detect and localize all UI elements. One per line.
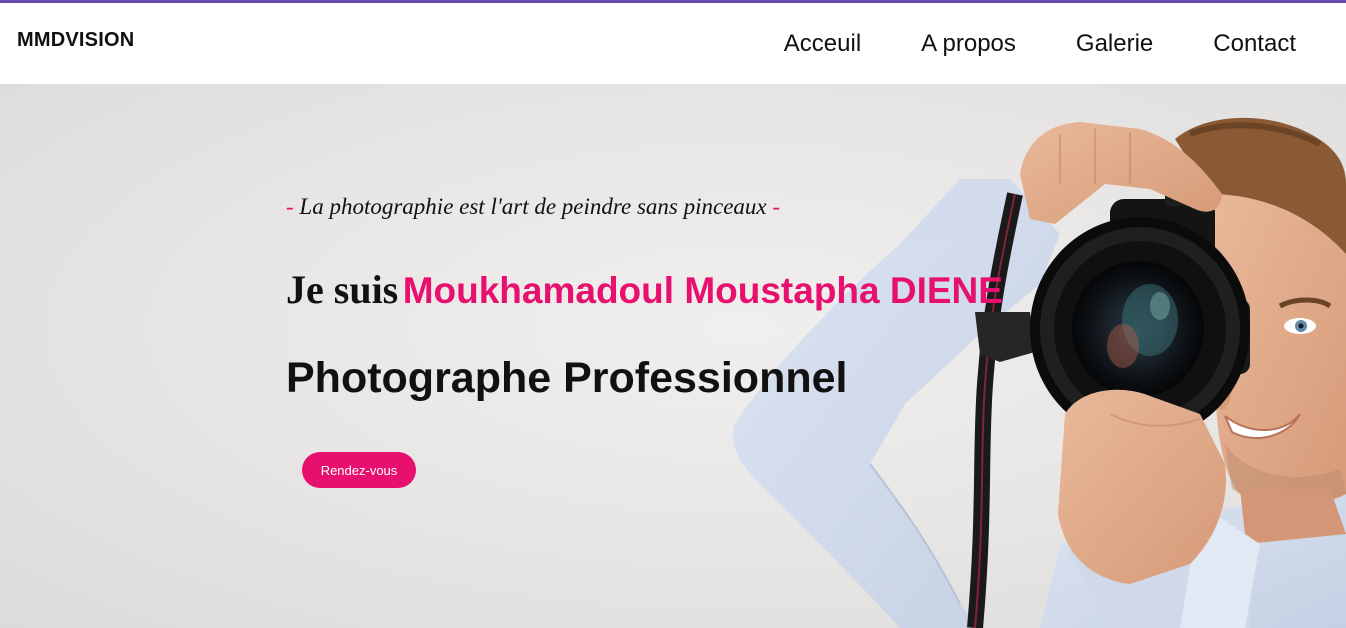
navbar: MMDVISION Acceuil A propos Galerie Conta… bbox=[0, 3, 1346, 84]
nav-link-acceuil[interactable]: Acceuil bbox=[784, 30, 861, 58]
hero-tagline: - La photographie est l'art de peindre s… bbox=[286, 194, 780, 220]
intro-prefix: Je suis bbox=[286, 267, 399, 312]
photographer-name: Moukhamadoul Moustapha DIENE bbox=[402, 270, 1003, 311]
site-logo[interactable]: MMDVISION bbox=[17, 29, 134, 52]
hero-profession-title: Photographe Professionnel bbox=[286, 354, 848, 402]
tagline-text: La photographie est l'art de peindre san… bbox=[299, 194, 767, 219]
tagline-dash-left: - bbox=[286, 194, 294, 219]
hero-intro-heading: Je suis Moukhamadoul Moustapha DIENE bbox=[286, 266, 1003, 313]
nav-link-galerie[interactable]: Galerie bbox=[1076, 30, 1153, 58]
nav-menu: Acceuil A propos Galerie Contact bbox=[784, 30, 1346, 58]
nav-link-a-propos[interactable]: A propos bbox=[921, 30, 1016, 58]
tagline-dash-right: - bbox=[772, 194, 781, 219]
hero-section: - La photographie est l'art de peindre s… bbox=[0, 84, 1346, 628]
rendez-vous-button[interactable]: Rendez-vous bbox=[302, 452, 416, 488]
nav-link-contact[interactable]: Contact bbox=[1213, 30, 1296, 58]
